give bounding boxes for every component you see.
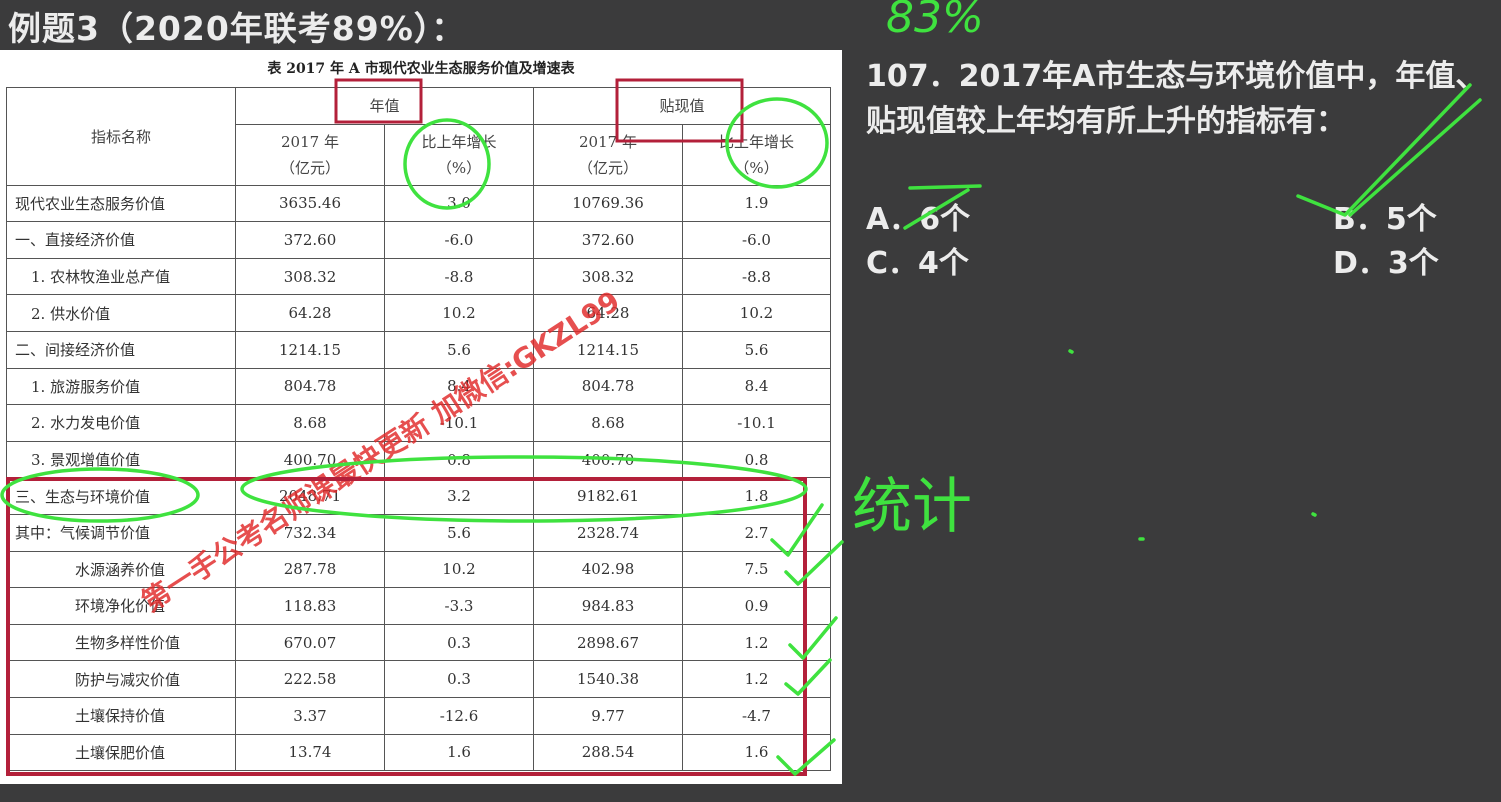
growth-circle-annual xyxy=(403,118,491,210)
ecology-values-ellipse xyxy=(240,455,808,523)
annotation-overlay xyxy=(0,78,1482,776)
annual-header-box xyxy=(334,78,423,124)
check-mark xyxy=(788,616,838,660)
check-mark xyxy=(770,503,824,557)
handwritten-percent-note: 83% xyxy=(886,0,984,43)
option-a-strike xyxy=(903,184,982,230)
ink-dots xyxy=(1068,349,1317,541)
answer-check-mark xyxy=(1296,83,1482,217)
ecology-name-ellipse xyxy=(0,467,200,523)
handwritten-side-note: 统计 xyxy=(852,472,972,542)
check-mark xyxy=(784,658,832,696)
growth-circle-discount xyxy=(725,97,829,189)
ecology-rows-box xyxy=(6,477,807,776)
discount-header-box xyxy=(615,78,744,143)
